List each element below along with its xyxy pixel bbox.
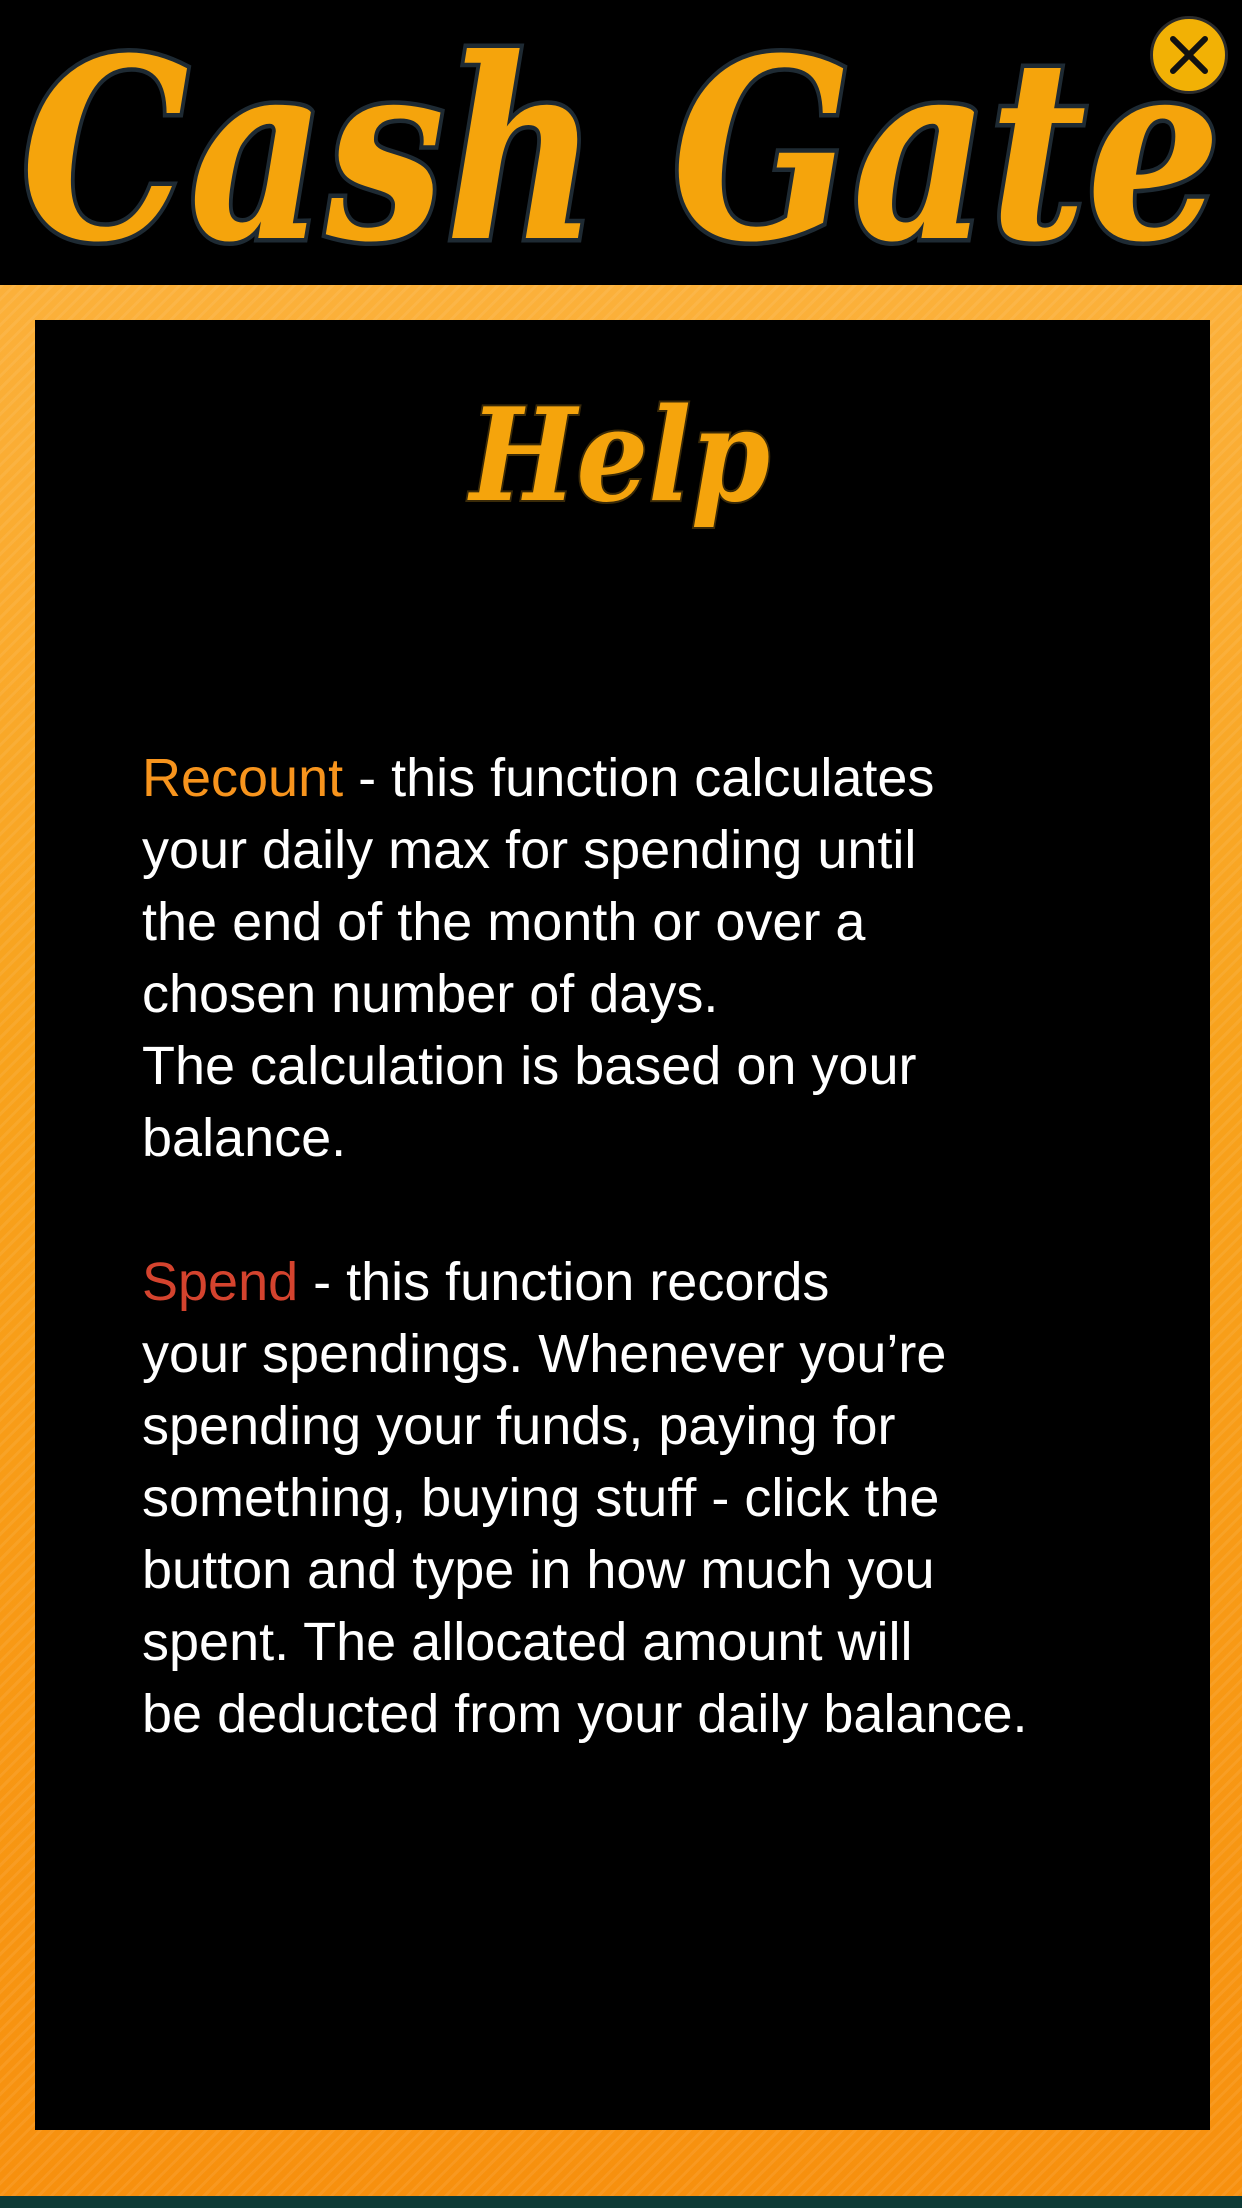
spend-text: - this function records your spendings. … xyxy=(142,1252,1028,1744)
spend-description: Spend - this function records your spend… xyxy=(142,1246,1182,1750)
close-icon xyxy=(1170,36,1208,74)
help-heading: Help xyxy=(465,379,772,533)
spend-keyword: Spend xyxy=(142,1252,299,1312)
recount-keyword: Recount xyxy=(142,748,344,808)
help-content: Recount - this function calculates your … xyxy=(142,742,1182,1750)
app-title: Cash Gate xyxy=(21,3,1221,297)
close-button[interactable] xyxy=(1150,16,1228,94)
bottom-strip xyxy=(0,2196,1242,2208)
help-title: Help xyxy=(467,381,770,531)
recount-description: Recount - this function calculates your … xyxy=(142,742,1182,1174)
app-logo: Cash Gate xyxy=(17,0,1226,302)
recount-text: - this function calculates your daily ma… xyxy=(142,748,935,1168)
